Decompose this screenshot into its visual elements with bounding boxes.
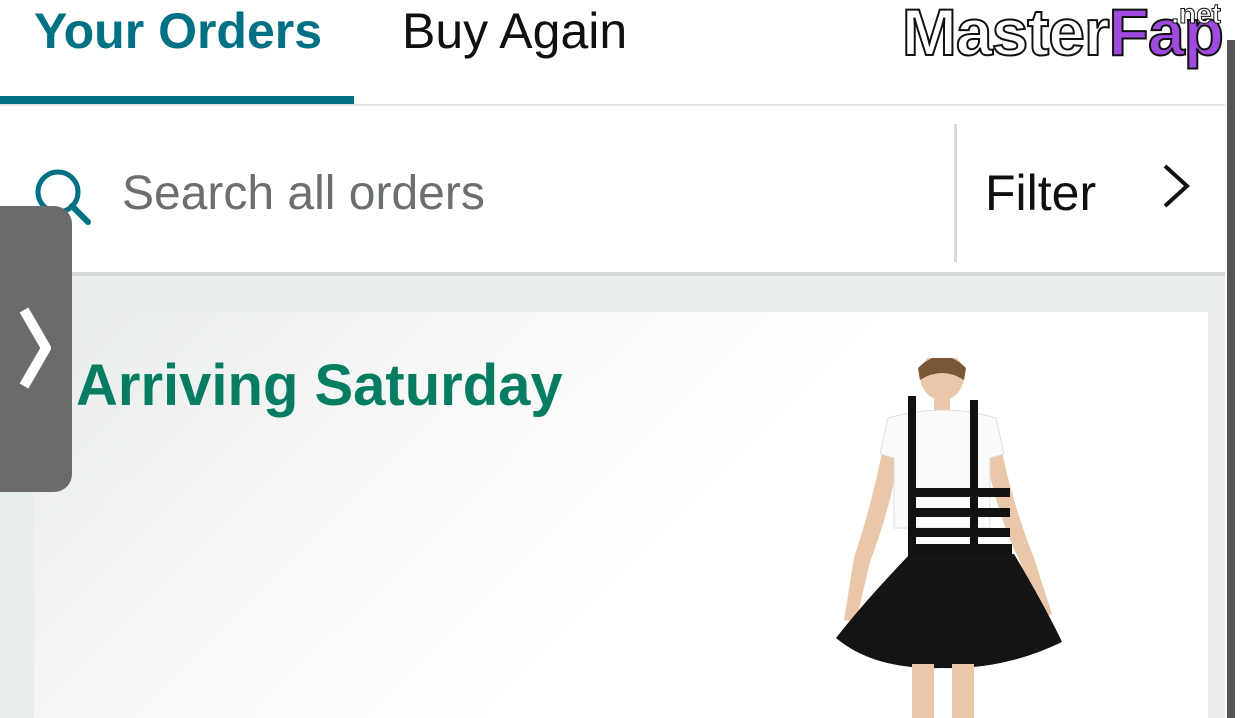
search-input[interactable]	[122, 162, 922, 224]
watermark-logo: MasterFap .net	[901, 0, 1225, 70]
orders-list: Arriving Saturday	[0, 276, 1225, 718]
filter-label: Filter	[985, 165, 1097, 221]
watermark-tld: .net	[1171, 0, 1222, 30]
search-bar: Filter	[0, 106, 1225, 276]
orders-tab-bar: Your Orders Buy Again MasterFap .net	[0, 0, 1225, 106]
watermark-word-a: Master	[901, 0, 1111, 70]
page-scrollbar[interactable]	[1225, 0, 1242, 718]
scrollbar-thumb[interactable]	[1227, 40, 1235, 718]
tab-your-orders[interactable]: Your Orders	[34, 0, 322, 104]
filter-button[interactable]: Filter	[957, 106, 1225, 272]
active-tab-indicator	[0, 96, 354, 104]
order-card[interactable]: Arriving Saturday	[34, 312, 1208, 718]
product-image[interactable]	[794, 358, 1084, 718]
chevron-right-icon	[1163, 164, 1190, 208]
tab-buy-again[interactable]: Buy Again	[402, 0, 627, 104]
orders-page: Your Orders Buy Again MasterFap .net Fil…	[0, 0, 1242, 718]
chevron-right-icon	[19, 307, 51, 389]
delivery-status-heading: Arriving Saturday	[76, 353, 563, 418]
side-drawer-handle[interactable]	[0, 206, 72, 492]
